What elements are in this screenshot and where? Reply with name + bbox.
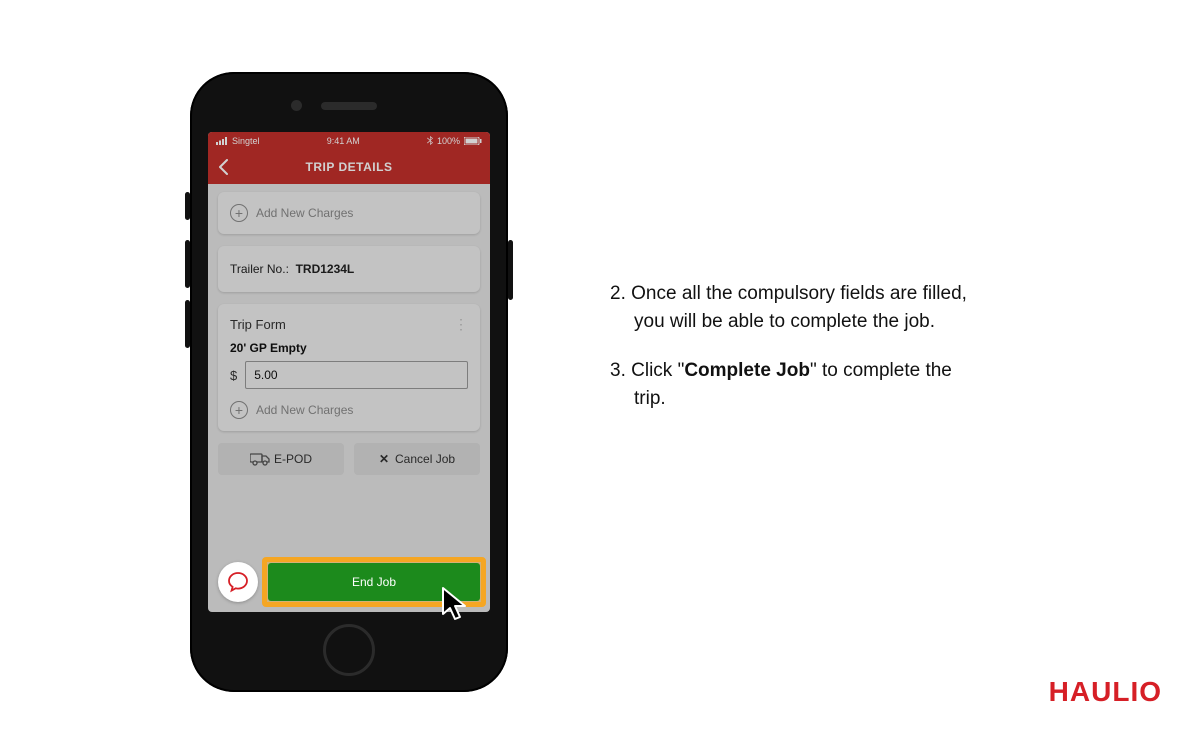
chat-button[interactable] bbox=[218, 562, 258, 602]
carrier-label: Singtel bbox=[232, 136, 260, 146]
close-icon: ✕ bbox=[379, 452, 389, 466]
cancel-job-button[interactable]: ✕ Cancel Job bbox=[354, 443, 480, 475]
plus-icon: + bbox=[230, 401, 248, 419]
nav-title: TRIP DETAILS bbox=[306, 160, 393, 174]
battery-icon bbox=[464, 137, 482, 145]
signal-icon bbox=[216, 137, 228, 145]
cursor-icon bbox=[440, 586, 476, 622]
phone-home-button[interactable] bbox=[323, 624, 375, 676]
nav-bar: TRIP DETAILS bbox=[208, 150, 490, 184]
plus-icon: + bbox=[230, 204, 248, 222]
epod-label: E-POD bbox=[274, 452, 312, 466]
trailer-value: TRD1234L bbox=[296, 262, 355, 276]
more-icon[interactable]: ⋮ bbox=[454, 316, 468, 333]
container-type: 20' GP Empty bbox=[230, 341, 468, 355]
instruction-step-2: 2. Once all the compulsory fields are fi… bbox=[610, 280, 1090, 335]
add-charges-label: Add New Charges bbox=[256, 403, 353, 417]
phone-mute-switch bbox=[185, 192, 190, 220]
currency-label: $ bbox=[230, 368, 237, 383]
chat-icon bbox=[227, 571, 249, 593]
instruction-step-3: 3. Click "Complete Job" to complete the … bbox=[610, 357, 1090, 412]
phone-power-button bbox=[508, 240, 513, 300]
end-job-label: End Job bbox=[352, 575, 396, 589]
instructions: 2. Once all the compulsory fields are fi… bbox=[610, 280, 1090, 434]
cancel-label: Cancel Job bbox=[395, 452, 455, 466]
epod-button[interactable]: E-POD bbox=[218, 443, 344, 475]
trip-form-title: Trip Form bbox=[230, 317, 286, 332]
brand-logo: HAULIO bbox=[1049, 676, 1162, 708]
status-bar: Singtel 9:41 AM 100% bbox=[208, 132, 490, 150]
screen-content: + Add New Charges Trailer No.: TRD1234L … bbox=[208, 184, 490, 612]
phone-volume-up bbox=[185, 240, 190, 288]
phone-speaker bbox=[321, 102, 377, 110]
back-button[interactable] bbox=[214, 157, 234, 177]
secondary-actions: E-POD ✕ Cancel Job bbox=[218, 443, 480, 475]
trailer-card: Trailer No.: TRD1234L bbox=[218, 246, 480, 292]
add-charges-card-top[interactable]: + Add New Charges bbox=[218, 192, 480, 234]
trailer-label: Trailer No.: bbox=[230, 262, 289, 276]
add-charges-label: Add New Charges bbox=[256, 206, 353, 220]
trip-form-card: Trip Form ⋮ 20' GP Empty $ + Add New Cha… bbox=[218, 304, 480, 431]
status-time: 9:41 AM bbox=[327, 136, 360, 146]
phone-screen: Singtel 9:41 AM 100% TRIP DETAILS bbox=[208, 132, 490, 612]
phone-camera bbox=[291, 100, 302, 111]
battery-label: 100% bbox=[437, 136, 460, 146]
truck-icon bbox=[250, 452, 268, 466]
add-charges-row[interactable]: + Add New Charges bbox=[230, 399, 468, 421]
amount-input[interactable] bbox=[245, 361, 468, 389]
phone-volume-down bbox=[185, 300, 190, 348]
bluetooth-icon bbox=[427, 136, 433, 147]
